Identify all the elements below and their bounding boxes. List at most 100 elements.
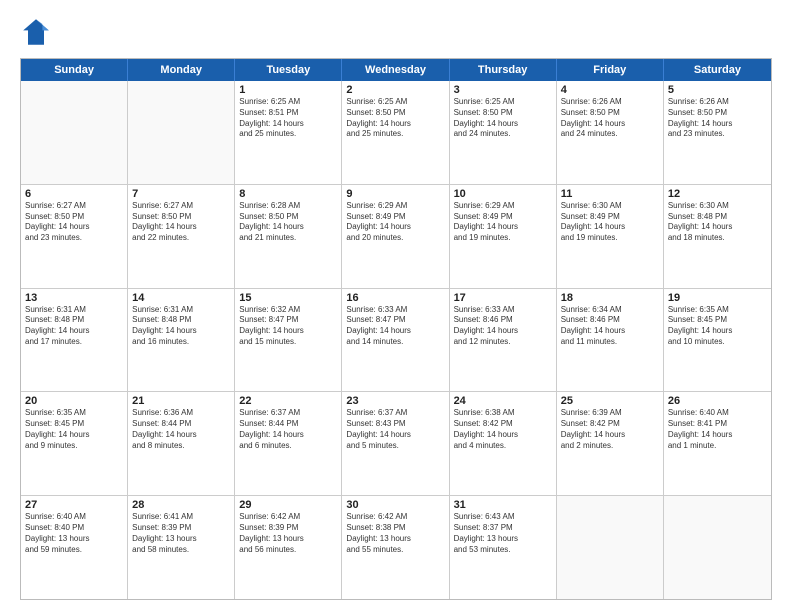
- day-cell-13: 13Sunrise: 6:31 AMSunset: 8:48 PMDayligh…: [21, 289, 128, 392]
- day-cell-1: 1Sunrise: 6:25 AMSunset: 8:51 PMDaylight…: [235, 81, 342, 184]
- day-cell-24: 24Sunrise: 6:38 AMSunset: 8:42 PMDayligh…: [450, 392, 557, 495]
- logo-icon: [20, 16, 52, 48]
- day-info: Sunrise: 6:30 AMSunset: 8:49 PMDaylight:…: [561, 201, 659, 244]
- day-cell-31: 31Sunrise: 6:43 AMSunset: 8:37 PMDayligh…: [450, 496, 557, 599]
- day-cell-22: 22Sunrise: 6:37 AMSunset: 8:44 PMDayligh…: [235, 392, 342, 495]
- day-info: Sunrise: 6:29 AMSunset: 8:49 PMDaylight:…: [346, 201, 444, 244]
- day-cell-16: 16Sunrise: 6:33 AMSunset: 8:47 PMDayligh…: [342, 289, 449, 392]
- weekday-header-wednesday: Wednesday: [342, 59, 449, 81]
- empty-cell: [21, 81, 128, 184]
- day-number: 20: [25, 395, 123, 407]
- day-cell-2: 2Sunrise: 6:25 AMSunset: 8:50 PMDaylight…: [342, 81, 449, 184]
- day-number: 26: [668, 395, 767, 407]
- logo: [20, 16, 56, 48]
- day-cell-18: 18Sunrise: 6:34 AMSunset: 8:46 PMDayligh…: [557, 289, 664, 392]
- day-number: 8: [239, 188, 337, 200]
- day-info: Sunrise: 6:25 AMSunset: 8:51 PMDaylight:…: [239, 97, 337, 140]
- day-number: 9: [346, 188, 444, 200]
- day-info: Sunrise: 6:26 AMSunset: 8:50 PMDaylight:…: [668, 97, 767, 140]
- day-number: 24: [454, 395, 552, 407]
- day-info: Sunrise: 6:36 AMSunset: 8:44 PMDaylight:…: [132, 408, 230, 451]
- calendar-row-3: 20Sunrise: 6:35 AMSunset: 8:45 PMDayligh…: [21, 391, 771, 495]
- empty-cell: [557, 496, 664, 599]
- day-info: Sunrise: 6:29 AMSunset: 8:49 PMDaylight:…: [454, 201, 552, 244]
- day-number: 16: [346, 292, 444, 304]
- day-number: 19: [668, 292, 767, 304]
- day-info: Sunrise: 6:35 AMSunset: 8:45 PMDaylight:…: [668, 305, 767, 348]
- calendar-row-1: 6Sunrise: 6:27 AMSunset: 8:50 PMDaylight…: [21, 184, 771, 288]
- day-cell-27: 27Sunrise: 6:40 AMSunset: 8:40 PMDayligh…: [21, 496, 128, 599]
- day-number: 12: [668, 188, 767, 200]
- day-info: Sunrise: 6:35 AMSunset: 8:45 PMDaylight:…: [25, 408, 123, 451]
- day-number: 11: [561, 188, 659, 200]
- day-cell-8: 8Sunrise: 6:28 AMSunset: 8:50 PMDaylight…: [235, 185, 342, 288]
- weekday-header-thursday: Thursday: [450, 59, 557, 81]
- day-info: Sunrise: 6:42 AMSunset: 8:39 PMDaylight:…: [239, 512, 337, 555]
- header: [20, 16, 772, 48]
- day-number: 21: [132, 395, 230, 407]
- weekday-header-sunday: Sunday: [21, 59, 128, 81]
- day-info: Sunrise: 6:38 AMSunset: 8:42 PMDaylight:…: [454, 408, 552, 451]
- day-cell-19: 19Sunrise: 6:35 AMSunset: 8:45 PMDayligh…: [664, 289, 771, 392]
- day-info: Sunrise: 6:27 AMSunset: 8:50 PMDaylight:…: [25, 201, 123, 244]
- day-info: Sunrise: 6:25 AMSunset: 8:50 PMDaylight:…: [454, 97, 552, 140]
- empty-cell: [664, 496, 771, 599]
- calendar-row-0: 1Sunrise: 6:25 AMSunset: 8:51 PMDaylight…: [21, 81, 771, 184]
- day-info: Sunrise: 6:26 AMSunset: 8:50 PMDaylight:…: [561, 97, 659, 140]
- day-info: Sunrise: 6:37 AMSunset: 8:43 PMDaylight:…: [346, 408, 444, 451]
- day-cell-5: 5Sunrise: 6:26 AMSunset: 8:50 PMDaylight…: [664, 81, 771, 184]
- day-info: Sunrise: 6:34 AMSunset: 8:46 PMDaylight:…: [561, 305, 659, 348]
- day-info: Sunrise: 6:32 AMSunset: 8:47 PMDaylight:…: [239, 305, 337, 348]
- calendar-header: SundayMondayTuesdayWednesdayThursdayFrid…: [21, 59, 771, 81]
- day-number: 4: [561, 84, 659, 96]
- empty-cell: [128, 81, 235, 184]
- day-info: Sunrise: 6:41 AMSunset: 8:39 PMDaylight:…: [132, 512, 230, 555]
- day-cell-12: 12Sunrise: 6:30 AMSunset: 8:48 PMDayligh…: [664, 185, 771, 288]
- day-info: Sunrise: 6:28 AMSunset: 8:50 PMDaylight:…: [239, 201, 337, 244]
- day-info: Sunrise: 6:30 AMSunset: 8:48 PMDaylight:…: [668, 201, 767, 244]
- day-number: 31: [454, 499, 552, 511]
- day-cell-17: 17Sunrise: 6:33 AMSunset: 8:46 PMDayligh…: [450, 289, 557, 392]
- day-number: 6: [25, 188, 123, 200]
- calendar-row-2: 13Sunrise: 6:31 AMSunset: 8:48 PMDayligh…: [21, 288, 771, 392]
- day-info: Sunrise: 6:40 AMSunset: 8:40 PMDaylight:…: [25, 512, 123, 555]
- day-number: 25: [561, 395, 659, 407]
- day-info: Sunrise: 6:40 AMSunset: 8:41 PMDaylight:…: [668, 408, 767, 451]
- day-cell-21: 21Sunrise: 6:36 AMSunset: 8:44 PMDayligh…: [128, 392, 235, 495]
- day-number: 27: [25, 499, 123, 511]
- day-cell-10: 10Sunrise: 6:29 AMSunset: 8:49 PMDayligh…: [450, 185, 557, 288]
- day-cell-7: 7Sunrise: 6:27 AMSunset: 8:50 PMDaylight…: [128, 185, 235, 288]
- day-number: 15: [239, 292, 337, 304]
- day-info: Sunrise: 6:39 AMSunset: 8:42 PMDaylight:…: [561, 408, 659, 451]
- day-cell-15: 15Sunrise: 6:32 AMSunset: 8:47 PMDayligh…: [235, 289, 342, 392]
- day-cell-30: 30Sunrise: 6:42 AMSunset: 8:38 PMDayligh…: [342, 496, 449, 599]
- day-info: Sunrise: 6:27 AMSunset: 8:50 PMDaylight:…: [132, 201, 230, 244]
- day-number: 3: [454, 84, 552, 96]
- day-cell-20: 20Sunrise: 6:35 AMSunset: 8:45 PMDayligh…: [21, 392, 128, 495]
- day-info: Sunrise: 6:33 AMSunset: 8:47 PMDaylight:…: [346, 305, 444, 348]
- day-number: 7: [132, 188, 230, 200]
- day-number: 23: [346, 395, 444, 407]
- day-info: Sunrise: 6:37 AMSunset: 8:44 PMDaylight:…: [239, 408, 337, 451]
- day-number: 28: [132, 499, 230, 511]
- page: SundayMondayTuesdayWednesdayThursdayFrid…: [0, 0, 792, 612]
- weekday-header-friday: Friday: [557, 59, 664, 81]
- day-cell-14: 14Sunrise: 6:31 AMSunset: 8:48 PMDayligh…: [128, 289, 235, 392]
- day-number: 14: [132, 292, 230, 304]
- day-number: 17: [454, 292, 552, 304]
- day-number: 29: [239, 499, 337, 511]
- day-number: 18: [561, 292, 659, 304]
- day-number: 10: [454, 188, 552, 200]
- calendar: SundayMondayTuesdayWednesdayThursdayFrid…: [20, 58, 772, 600]
- day-info: Sunrise: 6:31 AMSunset: 8:48 PMDaylight:…: [25, 305, 123, 348]
- weekday-header-saturday: Saturday: [664, 59, 771, 81]
- day-cell-11: 11Sunrise: 6:30 AMSunset: 8:49 PMDayligh…: [557, 185, 664, 288]
- day-number: 5: [668, 84, 767, 96]
- day-number: 1: [239, 84, 337, 96]
- day-info: Sunrise: 6:42 AMSunset: 8:38 PMDaylight:…: [346, 512, 444, 555]
- day-number: 13: [25, 292, 123, 304]
- day-cell-3: 3Sunrise: 6:25 AMSunset: 8:50 PMDaylight…: [450, 81, 557, 184]
- day-info: Sunrise: 6:25 AMSunset: 8:50 PMDaylight:…: [346, 97, 444, 140]
- day-cell-4: 4Sunrise: 6:26 AMSunset: 8:50 PMDaylight…: [557, 81, 664, 184]
- day-cell-9: 9Sunrise: 6:29 AMSunset: 8:49 PMDaylight…: [342, 185, 449, 288]
